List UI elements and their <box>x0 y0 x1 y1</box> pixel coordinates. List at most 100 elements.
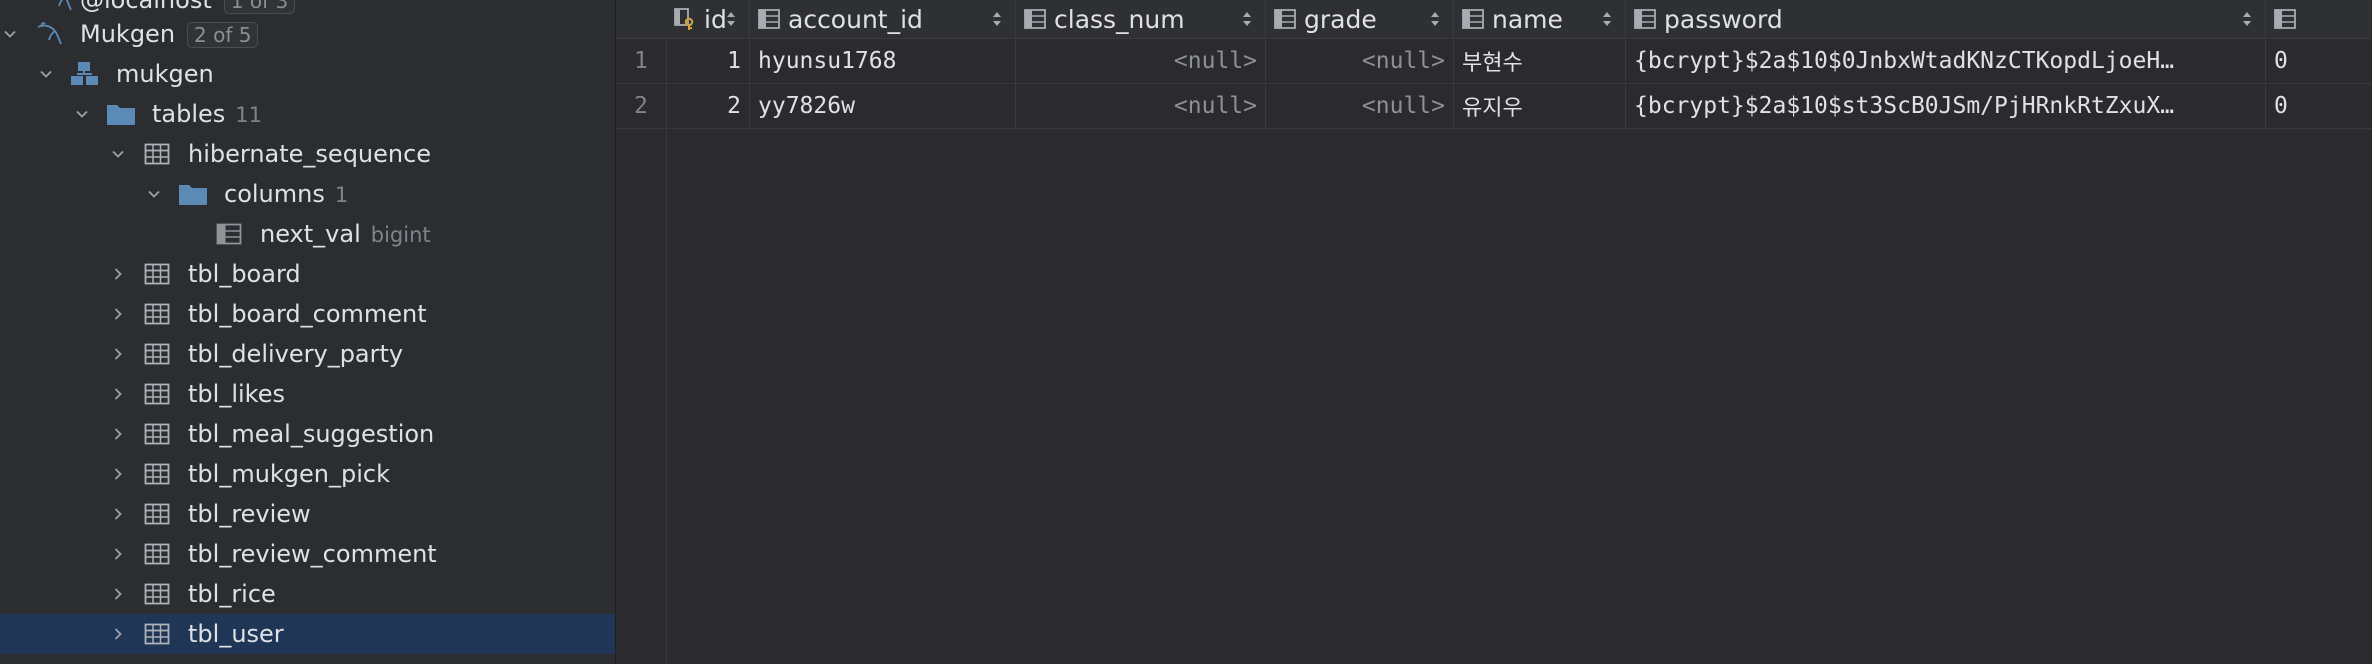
table-icon <box>142 581 172 607</box>
chevron-down-icon[interactable] <box>36 64 56 84</box>
column-header-class-num[interactable]: class_num <box>1016 0 1266 38</box>
tree-item-label: tbl_board_comment <box>188 300 427 328</box>
sort-icon[interactable] <box>991 9 1003 29</box>
column-header-label: name <box>1492 4 1563 34</box>
schema-count-badge: 2 of 5 <box>187 22 259 48</box>
chevron-right-icon[interactable] <box>108 344 128 364</box>
column-header-password[interactable]: password <box>1626 0 2266 38</box>
column-header-grade[interactable]: grade <box>1266 0 1454 38</box>
tree-item-table[interactable]: tbl_board <box>0 254 615 294</box>
table-row[interactable]: 1 1 hyunsu1768 <null> <null> 부현수 {bcrypt… <box>616 39 2372 84</box>
tree-item-label: tbl_likes <box>188 380 285 408</box>
chevron-right-icon[interactable] <box>108 464 128 484</box>
tree-item-label: hibernate_sequence <box>188 140 432 168</box>
chevron-right-icon[interactable] <box>108 304 128 324</box>
table-icon <box>142 621 172 647</box>
cell-account-id[interactable]: hyunsu1768 <box>750 39 1016 83</box>
connection-count-badge: 1 of 3 <box>223 0 296 14</box>
tree-item-label: tbl_review_comment <box>188 540 437 568</box>
tree-item-table[interactable]: tbl_review <box>0 494 615 534</box>
tree-item-label: tbl_delivery_party <box>188 340 404 368</box>
columns-count: 1 <box>334 183 349 207</box>
column-icon <box>1634 8 1656 30</box>
cell-password[interactable]: {bcrypt}$2a$10$st3ScB0JSm/PjHRnkRtZxuX… <box>1626 84 2266 128</box>
sort-icon[interactable] <box>1429 9 1441 29</box>
tree-item-table[interactable]: tbl_review_comment <box>0 534 615 574</box>
column-icon <box>1274 8 1296 30</box>
tree-item-label: tbl_review <box>188 500 311 528</box>
tree-item-schema-mukgen[interactable]: mukgen <box>0 54 615 94</box>
chevron-right-icon[interactable] <box>108 624 128 644</box>
tree-item-label: next_val <box>260 220 361 248</box>
chevron-down-icon[interactable] <box>72 104 92 124</box>
cell-grade[interactable]: <null> <box>1266 84 1454 128</box>
tree-item-column-next-val[interactable]: next_val bigint <box>0 214 615 254</box>
chevron-down-icon[interactable] <box>108 144 128 164</box>
tree-item-table[interactable]: tbl_meal_suggestion <box>0 414 615 454</box>
table-icon <box>142 301 172 327</box>
database-explorer-tree: @localhost 1 of 3 Mukgen 2 of 5 mukgen tab… <box>0 0 616 664</box>
sort-icon[interactable] <box>1601 9 1613 29</box>
tree-item-label: @localhost <box>80 0 212 14</box>
sort-icon[interactable] <box>1241 9 1253 29</box>
table-row[interactable]: 2 2 yy7826w <null> <null> 유지우 {bcrypt}$2… <box>616 84 2372 129</box>
tables-count: 11 <box>235 103 263 127</box>
chevron-down-icon[interactable] <box>144 184 164 204</box>
row-number: 2 <box>634 93 648 119</box>
mysql-dolphin-icon <box>44 0 74 13</box>
cell-name[interactable]: 부현수 <box>1454 39 1626 83</box>
tree-item-tables-folder[interactable]: tables 11 <box>0 94 615 134</box>
cell-class-num[interactable]: <null> <box>1016 84 1266 128</box>
chevron-right-icon[interactable] <box>108 384 128 404</box>
cell-id[interactable]: 1 <box>666 39 750 83</box>
tree-item-label: mukgen <box>116 60 214 88</box>
column-header-partial[interactable] <box>2266 0 2372 38</box>
table-icon <box>142 141 172 167</box>
grid-header: id account_id class_num grade name passw… <box>616 0 2372 39</box>
tree-item-label: tables <box>152 100 226 128</box>
cell-password[interactable]: {bcrypt}$2a$10$0JnbxWtadKNzCTKopdLjoeH… <box>1626 39 2266 83</box>
column-icon <box>214 221 244 247</box>
chevron-right-icon[interactable] <box>108 504 128 524</box>
column-header-account-id[interactable]: account_id <box>750 0 1016 38</box>
cell-grade[interactable]: <null> <box>1266 39 1454 83</box>
sort-icon[interactable] <box>725 9 737 29</box>
column-header-name[interactable]: name <box>1454 0 1626 38</box>
column-header-label: grade <box>1304 4 1377 34</box>
tree-item-table[interactable]: tbl_rice <box>0 574 615 614</box>
column-icon <box>758 8 780 30</box>
tree-item-table-hibernate-sequence[interactable]: hibernate_sequence <box>0 134 615 174</box>
column-icon <box>1462 8 1484 30</box>
sort-icon[interactable] <box>2241 9 2253 29</box>
tree-item-connection-mukgen[interactable]: Mukgen 2 of 5 <box>0 14 615 54</box>
tree-item-table-selected[interactable]: tbl_user <box>0 614 615 654</box>
column-header-label: password <box>1664 4 1783 34</box>
chevron-right-icon[interactable] <box>108 544 128 564</box>
cell-class-num[interactable]: <null> <box>1016 39 1266 83</box>
table-icon <box>142 501 172 527</box>
tree-item-label: tbl_user <box>188 620 284 648</box>
result-grid: id account_id class_num grade name passw… <box>616 0 2372 664</box>
tree-item-table[interactable]: tbl_likes <box>0 374 615 414</box>
column-header-id[interactable]: id <box>666 0 750 38</box>
column-icon <box>1024 8 1046 30</box>
table-icon <box>142 261 172 287</box>
chevron-right-icon[interactable] <box>108 264 128 284</box>
chevron-right-icon[interactable] <box>108 584 128 604</box>
cell-name[interactable]: 유지우 <box>1454 84 1626 128</box>
cell-partial[interactable]: 0 <box>2266 39 2372 83</box>
chevron-down-icon[interactable] <box>0 24 20 44</box>
tree-item-columns-folder[interactable]: columns 1 <box>0 174 615 214</box>
folder-icon <box>178 181 208 207</box>
column-type: bigint <box>370 223 431 247</box>
tree-item-table[interactable]: tbl_mukgen_pick <box>0 454 615 494</box>
tree-item-table[interactable]: tbl_delivery_party <box>0 334 615 374</box>
tree-item-label: tbl_mukgen_pick <box>188 460 391 488</box>
cell-account-id[interactable]: yy7826w <box>750 84 1016 128</box>
cell-id[interactable]: 2 <box>666 84 750 128</box>
schema-icon <box>70 61 100 87</box>
cell-partial[interactable]: 0 <box>2266 84 2372 128</box>
chevron-right-icon[interactable] <box>108 424 128 444</box>
mysql-dolphin-icon <box>34 21 64 47</box>
tree-item-table[interactable]: tbl_board_comment <box>0 294 615 334</box>
